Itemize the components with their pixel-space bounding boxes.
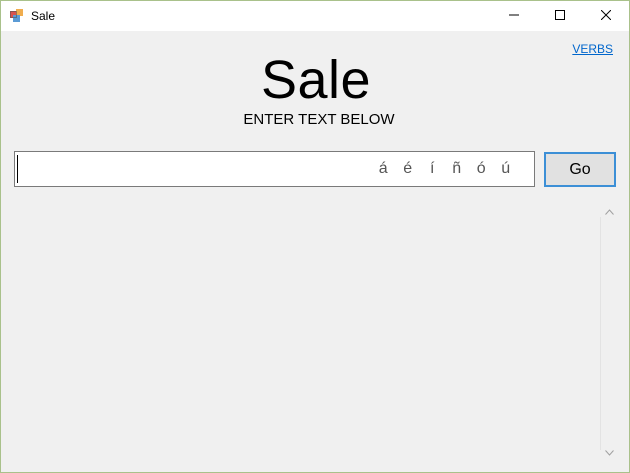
go-button[interactable]: Go	[544, 152, 616, 187]
chevron-up-icon[interactable]	[604, 207, 614, 217]
minimize-icon	[509, 7, 519, 25]
text-caret	[17, 155, 18, 183]
accent-u-button[interactable]: ú	[494, 160, 519, 178]
accent-buttons: á é í ñ ó ú	[371, 160, 518, 178]
close-button[interactable]	[583, 1, 629, 31]
accent-a-button[interactable]: á	[371, 160, 396, 178]
go-button-label: Go	[569, 160, 591, 178]
accent-o-button[interactable]: ó	[469, 160, 494, 178]
page-title: Sale	[260, 50, 372, 110]
window-title: Sale	[31, 9, 56, 23]
accent-e-button[interactable]: é	[396, 160, 421, 178]
accent-i-button[interactable]: í	[420, 160, 445, 178]
chevron-down-icon[interactable]	[604, 448, 614, 458]
app-window: Sale VERBS Sale ENTER TEXT BELOW á é í ñ…	[0, 0, 630, 473]
text-input[interactable]: á é í ñ ó ú	[14, 151, 535, 187]
title-bar[interactable]: Sale	[1, 1, 629, 31]
instruction-label: ENTER TEXT BELOW	[243, 111, 395, 128]
results-area[interactable]	[14, 205, 618, 462]
minimize-button[interactable]	[491, 1, 537, 31]
close-icon	[600, 7, 612, 25]
maximize-icon	[555, 7, 565, 25]
accent-n-button[interactable]: ñ	[445, 160, 470, 178]
scrollbar-track	[600, 217, 601, 450]
vertical-scrollbar[interactable]	[600, 205, 617, 462]
app-icon[interactable]	[10, 9, 24, 23]
maximize-button[interactable]	[537, 1, 583, 31]
